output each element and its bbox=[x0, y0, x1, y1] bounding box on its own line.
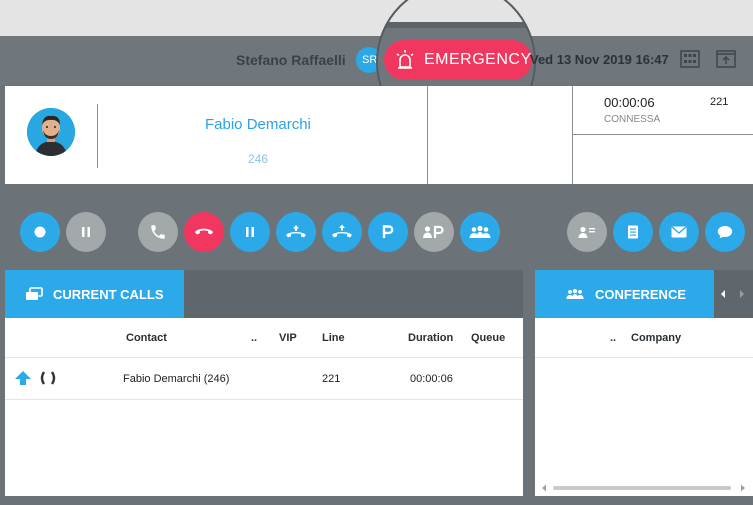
pause-button[interactable] bbox=[66, 212, 106, 252]
upload-window-icon[interactable] bbox=[716, 50, 736, 68]
record-button[interactable] bbox=[20, 212, 60, 252]
tab-label: CONFERENCE bbox=[595, 286, 687, 302]
scroll-right-icon[interactable] bbox=[740, 484, 746, 492]
user-name: Stefano Raffaelli bbox=[236, 52, 346, 68]
row-divider bbox=[5, 399, 523, 400]
incoming-call-arrow-icon bbox=[15, 371, 31, 385]
scroll-left-icon[interactable] bbox=[541, 484, 547, 492]
calls-icon bbox=[26, 287, 43, 300]
phone-icon bbox=[151, 225, 165, 239]
conference-button[interactable] bbox=[460, 212, 500, 252]
keypad-icon[interactable] bbox=[680, 50, 700, 68]
avatar bbox=[27, 108, 75, 156]
divider bbox=[97, 104, 98, 168]
tab-conference[interactable]: CONFERENCE bbox=[535, 270, 714, 318]
pause-icon bbox=[246, 227, 254, 237]
group-icon bbox=[469, 225, 491, 238]
col-duration[interactable]: Duration bbox=[408, 332, 453, 344]
row-duration: 00:00:06 bbox=[410, 373, 453, 385]
active-call-panel: Fabio Demarchi 246 00:00:06 221 CONNESSA bbox=[5, 86, 753, 184]
lens-divider bbox=[378, 22, 534, 28]
call-button[interactable] bbox=[138, 212, 178, 252]
col-more[interactable]: .. bbox=[251, 332, 257, 344]
hangup-icon bbox=[194, 228, 214, 235]
transfer-icon bbox=[286, 225, 306, 238]
tab-label: CURRENT CALLS bbox=[53, 286, 164, 302]
alarm-icon bbox=[396, 50, 414, 69]
chat-bubble-icon bbox=[717, 226, 733, 239]
col-vip[interactable]: VIP bbox=[279, 332, 297, 344]
transfer-up-icon bbox=[332, 224, 352, 238]
park-icon bbox=[382, 225, 394, 238]
col-company[interactable]: Company bbox=[631, 332, 681, 344]
divider bbox=[572, 86, 573, 184]
horizontal-scrollbar[interactable] bbox=[553, 486, 731, 490]
col-queue[interactable]: Queue bbox=[471, 332, 505, 344]
divider bbox=[573, 134, 753, 135]
chat-button[interactable] bbox=[705, 212, 745, 252]
user-park-icon bbox=[423, 225, 444, 238]
row-divider bbox=[535, 357, 753, 358]
col-line[interactable]: Line bbox=[322, 332, 345, 344]
notes-icon bbox=[628, 225, 638, 239]
email-button[interactable] bbox=[659, 212, 699, 252]
divider bbox=[427, 86, 428, 184]
hold-button[interactable] bbox=[230, 212, 270, 252]
call-status: CONNESSA bbox=[604, 114, 661, 125]
call-line: 221 bbox=[710, 96, 729, 108]
col-contact[interactable]: Contact bbox=[126, 332, 167, 344]
recording-status-icon bbox=[40, 371, 56, 385]
col-more[interactable]: .. bbox=[610, 332, 616, 344]
contact-list-icon bbox=[578, 226, 595, 238]
row-line: 221 bbox=[322, 373, 341, 385]
record-icon bbox=[34, 226, 46, 238]
pause-icon bbox=[82, 227, 90, 237]
emergency-label: EMERGENCY bbox=[424, 51, 532, 68]
park-button[interactable] bbox=[368, 212, 408, 252]
chevron-left-icon[interactable] bbox=[719, 289, 727, 299]
contact-name: Fabio Demarchi bbox=[205, 116, 311, 133]
current-calls-panel: CURRENT CALLS Contact .. VIP Line Durati… bbox=[5, 270, 523, 496]
conference-panel: CONFERENCE .. Company bbox=[535, 270, 753, 496]
notes-button[interactable] bbox=[613, 212, 653, 252]
contact-number: 246 bbox=[248, 152, 269, 166]
mail-icon bbox=[671, 226, 687, 238]
hangup-button[interactable] bbox=[184, 212, 224, 252]
call-timer: 00:00:06 bbox=[604, 95, 655, 110]
row-contact[interactable]: Fabio Demarchi (246) bbox=[123, 373, 229, 385]
row-divider bbox=[5, 357, 523, 358]
user-park-button[interactable] bbox=[414, 212, 454, 252]
datetime: Ved 13 Nov 2019 16:47 bbox=[530, 52, 669, 67]
contact-card-button[interactable] bbox=[567, 212, 607, 252]
emergency-button[interactable]: EMERGENCY bbox=[384, 40, 532, 80]
group-icon bbox=[566, 288, 584, 299]
lens-top-strip bbox=[378, 0, 534, 22]
transfer-button[interactable] bbox=[276, 212, 316, 252]
top-strip bbox=[0, 0, 753, 36]
chevron-right-icon[interactable] bbox=[738, 289, 746, 299]
tab-current-calls[interactable]: CURRENT CALLS bbox=[5, 270, 184, 318]
attended-transfer-button[interactable] bbox=[322, 212, 362, 252]
